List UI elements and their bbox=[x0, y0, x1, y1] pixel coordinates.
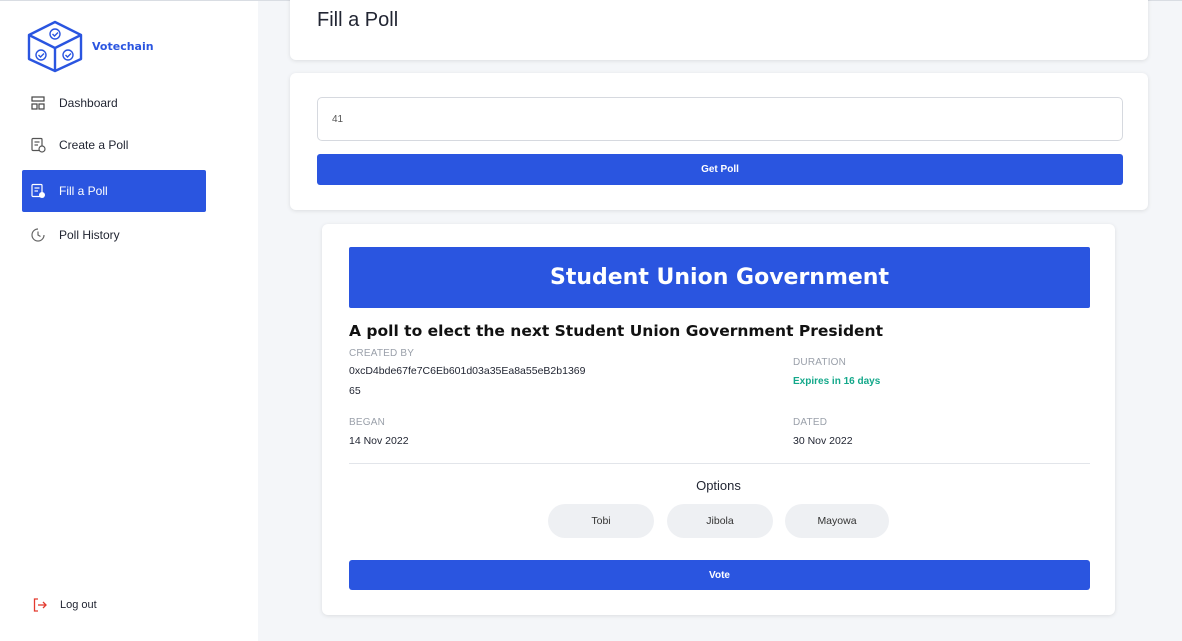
cube-logo-icon bbox=[27, 20, 83, 73]
brand-logo[interactable]: Votechain bbox=[24, 19, 154, 73]
began-value: 14 Nov 2022 bbox=[349, 435, 409, 447]
divider bbox=[349, 463, 1090, 464]
page-title: Fill a Poll bbox=[317, 9, 399, 31]
get-poll-button[interactable]: Get Poll bbox=[317, 154, 1123, 185]
poll-title: Student Union Government bbox=[349, 247, 1090, 308]
dated-value: 30 Nov 2022 bbox=[793, 435, 853, 447]
duration-label: DURATION bbox=[793, 357, 847, 368]
sidebar-item-fill-poll[interactable]: Fill a Poll bbox=[22, 170, 206, 212]
sidebar-item-create-poll[interactable]: Create a Poll bbox=[22, 124, 206, 166]
created-by-label: CREATED BY bbox=[349, 348, 415, 359]
fill-poll-icon bbox=[30, 183, 46, 199]
option-chip-tobi[interactable]: Tobi bbox=[548, 504, 654, 538]
vote-button[interactable]: Vote bbox=[349, 560, 1090, 590]
dated-label: DATED bbox=[793, 417, 828, 428]
option-chip-mayowa[interactable]: Mayowa bbox=[785, 504, 889, 538]
option-chip-jibola[interactable]: Jibola bbox=[667, 504, 773, 538]
duration-value: Expires in 16 days bbox=[793, 376, 881, 387]
poll-card: Student Union Government A poll to elect… bbox=[322, 224, 1115, 615]
sidebar-item-label: Create a Poll bbox=[59, 138, 129, 152]
sidebar-item-poll-history[interactable]: Poll History bbox=[22, 214, 206, 256]
page-header-card: Fill a Poll bbox=[290, 0, 1148, 60]
logout-icon bbox=[33, 598, 47, 612]
logout-button[interactable]: Log out bbox=[32, 597, 97, 613]
sidebar-item-label: Poll History bbox=[59, 228, 120, 242]
sidebar-item-dashboard[interactable]: Dashboard bbox=[22, 82, 206, 124]
created-by-address: 0xcD4bde67fe7C6Eb601d03a35Ea8a55eB2b1369 bbox=[349, 365, 586, 377]
began-label: BEGAN bbox=[349, 417, 386, 428]
poll-description: A poll to elect the next Student Union G… bbox=[349, 322, 883, 340]
options-title: Options bbox=[696, 478, 741, 493]
sidebar-item-label: Fill a Poll bbox=[59, 184, 108, 198]
dashboard-icon bbox=[30, 95, 46, 111]
poll-id-input[interactable] bbox=[317, 97, 1123, 141]
clock-icon bbox=[30, 227, 46, 243]
poll-search-card: Get Poll bbox=[290, 73, 1148, 210]
logout-label: Log out bbox=[60, 599, 97, 611]
sidebar-item-label: Dashboard bbox=[59, 96, 118, 110]
sidebar: Votechain Dashboard Create a Poll Fill a… bbox=[0, 0, 258, 641]
brand-name: Votechain bbox=[92, 39, 154, 53]
create-poll-icon bbox=[30, 137, 46, 153]
created-by-address-tail: 65 bbox=[349, 385, 361, 397]
